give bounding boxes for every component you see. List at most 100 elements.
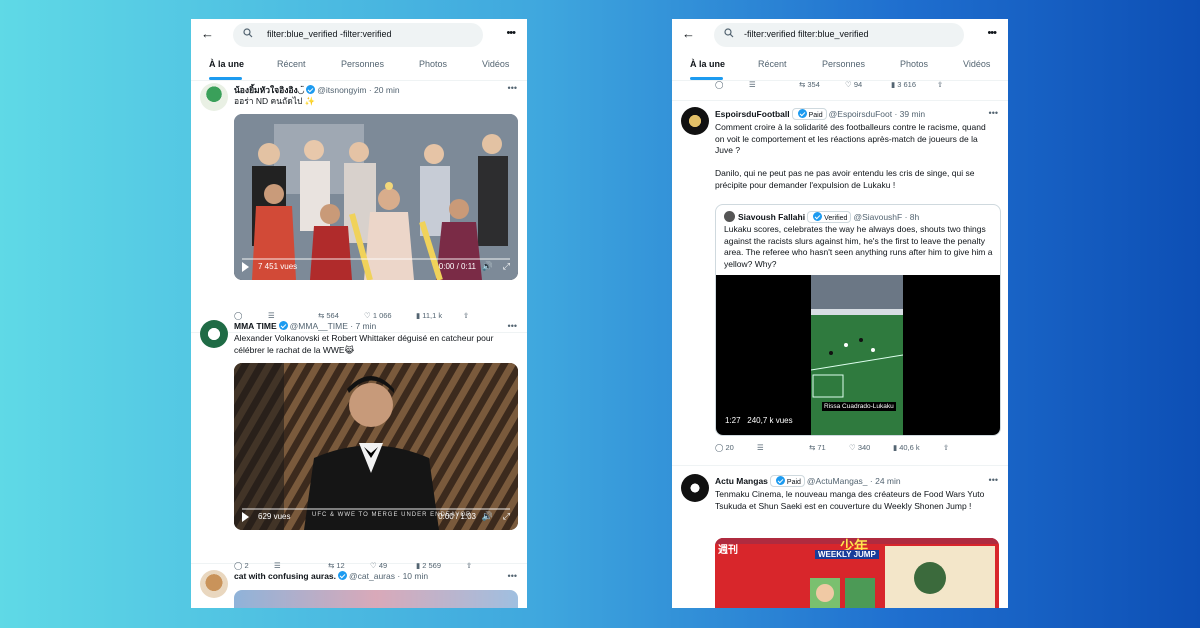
tweet-time: 8h [909,212,920,222]
tab-photos[interactable]: Photos [419,59,447,69]
video-duration: 1:27 [725,416,741,425]
avatar[interactable] [200,320,228,348]
tweet-more-icon[interactable]: ••• [508,321,517,331]
tweet[interactable]: Actu Mangas Paid @ActuMangas_ · 24 min •••… [672,467,1008,608]
avatar[interactable] [681,107,709,135]
retweet-button[interactable]: ⇆ 354 [799,80,820,89]
cover-label: 週刊 [718,545,738,556]
share-icon[interactable]: ⇧ [943,443,949,452]
left-screenshot-panel: ← filter:blue_verified -filter:verified … [191,19,527,608]
tweet[interactable]: cat with confusing auras. @cat_auras · 10… [191,568,527,608]
right-screenshot-panel: ← -filter:verified filter:blue_verified … [672,19,1008,608]
verified-badge-icon [306,85,316,94]
tweet[interactable]: EspoirsduFootball Paid @EspoirsduFoot · 39… [672,101,1008,466]
views-button[interactable]: ▮ 40,6 k [893,443,920,452]
video-frame-man [234,363,518,530]
video-time: 0:00 / 1:03 [438,512,476,521]
author-handle[interactable]: @MMA__TIME [290,321,348,331]
play-icon[interactable] [242,512,249,522]
play-icon[interactable] [242,262,249,272]
verified-badge-icon [338,571,348,580]
tweet-header: cat with confusing auras. @cat_auras · 10… [234,571,429,581]
tweet-more-icon[interactable]: ••• [989,108,998,118]
stack-icon[interactable]: ☰ [749,80,756,89]
tweet-image[interactable]: 週刊 少年 WEEKLY JUMP [715,538,999,608]
video-views: 240,7 k vues [747,416,793,425]
author-name[interactable]: cat with confusing auras. [234,571,336,581]
like-button[interactable]: ♡ 340 [849,443,870,452]
more-options-icon[interactable]: ••• [506,27,516,39]
verified-badge-icon [278,321,288,330]
tweet-text: Alexander Volkanovski et Robert Whittake… [234,333,494,355]
tab-videos[interactable]: Vidéos [482,59,509,69]
avatar[interactable] [200,83,228,111]
cover-subtitle: WEEKLY JUMP [815,550,879,559]
verified-badge-icon [775,476,785,485]
search-tabs: À la une Récent Personnes Photos Vidéos [191,51,527,81]
search-input[interactable]: filter:blue_verified -filter:verified [233,23,483,47]
verified-label: Verified [807,211,852,223]
quoted-video[interactable]: Rissa Cuadrado-Lukaku 1:27 240,7 k vues [716,275,1000,435]
tweet-time[interactable]: 10 min [403,571,429,581]
tweet-more-icon[interactable]: ••• [508,83,517,93]
tweet-time[interactable]: 7 min [355,321,376,331]
views-count: 40,6 k [899,443,920,452]
tweet-actions: ◯ ☰ ⇆ 354 ♡ 94 ▮ 3 616 ⇧ [715,80,985,92]
retweet-count: 71 [817,443,826,452]
tab-videos[interactable]: Vidéos [963,59,990,69]
tab-people[interactable]: Personnes [341,59,384,69]
more-options-icon[interactable]: ••• [987,27,997,39]
tab-photos[interactable]: Photos [900,59,928,69]
tweet[interactable]: น้องยิ้มหัวใจอิงอิง◡̈ @itsnongyim · 20 mi… [191,80,527,333]
tweet-time[interactable]: 20 min [374,85,400,95]
tweet[interactable]: MMA TIME @MMA__TIME · 7 min ••• Alexander… [191,318,527,570]
avatar[interactable] [681,474,709,502]
reply-button[interactable]: ◯ [715,80,723,89]
search-input[interactable]: -filter:verified filter:blue_verified [714,23,964,47]
tweet-more-icon[interactable]: ••• [989,475,998,485]
tweet-video[interactable]: 7 451 vues 0:00 / 0:11 🔊 ⤢ [234,114,518,280]
tweet-time[interactable]: 39 min [900,109,926,119]
tweet-image[interactable] [234,590,518,608]
tab-people[interactable]: Personnes [822,59,865,69]
retweet-button[interactable]: ⇆ 71 [809,443,826,452]
avatar [724,211,735,222]
author-handle[interactable]: @EspoirsduFoot [829,109,892,119]
tab-top[interactable]: À la une [690,59,725,69]
author-name[interactable]: Actu Mangas [715,476,768,486]
author-name[interactable]: EspoirsduFootball [715,109,790,119]
views-button[interactable]: ▮ 3 616 [891,80,916,89]
back-arrow-icon[interactable]: ← [201,26,214,41]
tab-latest[interactable]: Récent [277,59,306,69]
search-icon [243,28,253,38]
search-query: filter:blue_verified -filter:verified [267,29,392,39]
tweet-header: EspoirsduFootball Paid @EspoirsduFoot · 39… [715,108,926,120]
tab-top[interactable]: À la une [209,59,244,69]
reply-button[interactable]: ◯ 20 [715,443,734,452]
tweet-video[interactable]: UFC & WWE TO MERGE UNDER ENDEAVOR 629 vu… [234,363,518,530]
author-handle[interactable]: @ActuMangas_ [807,476,868,486]
author-handle: @SiavoushF [853,212,903,222]
author-name[interactable]: น้องยิ้มหัวใจอิงอิง◡̈ [234,85,304,95]
volume-icon[interactable]: 🔊 [482,511,493,522]
back-arrow-icon[interactable]: ← [682,26,695,41]
fullscreen-icon[interactable]: ⤢ [503,511,510,522]
volume-icon[interactable]: 🔊 [482,261,493,272]
video-time: 0:00 / 0:11 [438,262,476,271]
tweet-more-icon[interactable]: ••• [508,571,517,581]
fullscreen-icon[interactable]: ⤢ [503,261,510,272]
author-name[interactable]: MMA TIME [234,321,277,331]
author-name: Siavoush Fallahi [738,212,806,222]
paid-badge: Paid [791,108,827,120]
views-count: 3 616 [897,80,916,89]
share-icon[interactable]: ⇧ [937,80,943,89]
author-handle[interactable]: @cat_auras [349,571,395,581]
tweet-time[interactable]: 24 min [875,476,901,486]
like-button[interactable]: ♡ 94 [845,80,862,89]
stack-icon[interactable]: ☰ [757,443,764,452]
avatar[interactable] [200,570,228,598]
tab-latest[interactable]: Récent [758,59,787,69]
tweet-text: Comment croire à la solidarité des footb… [715,122,986,190]
quoted-tweet[interactable]: Siavoush Fallahi Verified @SiavoushF · 8h … [715,204,1001,436]
author-handle[interactable]: @itsnongyim [317,85,366,95]
